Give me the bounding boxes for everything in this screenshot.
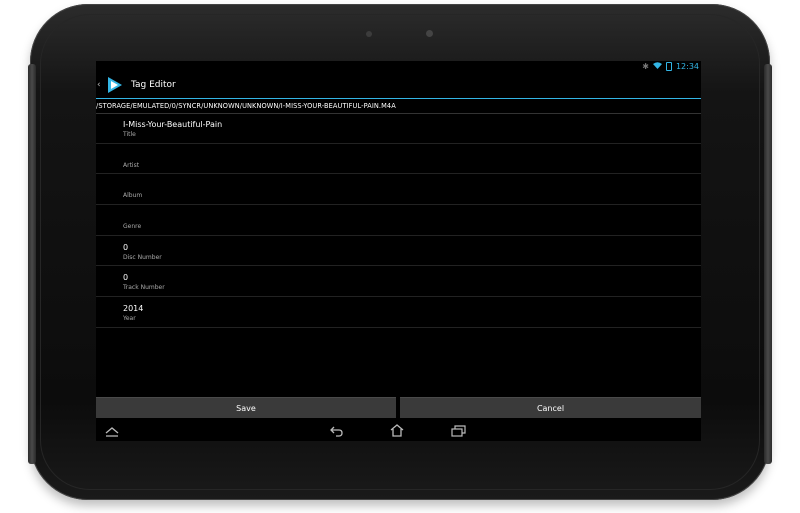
tag-fields-list: I-Miss-Your-Beautiful-Pain Title Artist … — [96, 113, 701, 328]
action-bar: ‹ Tag Editor — [96, 72, 701, 98]
button-bar: Save Cancel — [96, 397, 701, 418]
file-path: /STORAGE/EMULATED/0/SYNCR/UNKNOWN/UNKNOW… — [96, 98, 701, 114]
status-bar: ✱ 12:34 — [96, 61, 701, 72]
album-field[interactable]: Album — [96, 174, 701, 206]
up-caret-icon[interactable]: ‹ — [97, 72, 103, 98]
year-field[interactable]: 2014 Year — [96, 297, 701, 328]
right-edge — [764, 64, 772, 464]
sensor — [366, 31, 372, 37]
save-button[interactable]: Save — [96, 397, 396, 418]
genre-label: Genre — [123, 223, 142, 231]
genre-field[interactable]: Genre — [96, 205, 701, 236]
wifi-icon — [652, 61, 662, 72]
disc-number-value[interactable]: 0 — [123, 243, 128, 252]
screen: ✱ 12:34 ‹ Tag Editor /STORAGE/EMULATED/0… — [96, 61, 701, 441]
year-label: Year — [123, 315, 136, 323]
year-value[interactable]: 2014 — [123, 304, 143, 313]
disc-number-field[interactable]: 0 Disc Number — [96, 236, 701, 267]
battery-icon — [665, 62, 672, 71]
home-icon[interactable] — [390, 422, 404, 441]
status-time: 12:34 — [675, 62, 699, 71]
album-label: Album — [123, 192, 143, 200]
navigation-bar — [96, 419, 701, 441]
play-logo-icon[interactable] — [105, 76, 123, 94]
back-icon[interactable] — [330, 422, 344, 441]
title-field[interactable]: I-Miss-Your-Beautiful-Pain Title — [96, 113, 701, 144]
track-number-label: Track Number — [123, 284, 165, 292]
page-title: Tag Editor — [131, 80, 176, 90]
recent-apps-icon[interactable] — [451, 422, 466, 441]
track-number-field[interactable]: 0 Track Number — [96, 266, 701, 298]
disc-number-label: Disc Number — [123, 253, 162, 261]
left-edge — [28, 64, 36, 464]
track-number-value[interactable]: 0 — [123, 273, 128, 282]
home-collapse-icon[interactable] — [105, 422, 119, 441]
cancel-button[interactable]: Cancel — [400, 397, 701, 418]
title-label: Title — [123, 131, 136, 138]
artist-label: Artist — [123, 161, 140, 169]
artist-field[interactable]: Artist — [96, 144, 701, 175]
title-value[interactable]: I-Miss-Your-Beautiful-Pain — [123, 120, 222, 129]
bluetooth-icon: ✱ — [642, 62, 649, 71]
front-camera — [426, 30, 433, 37]
